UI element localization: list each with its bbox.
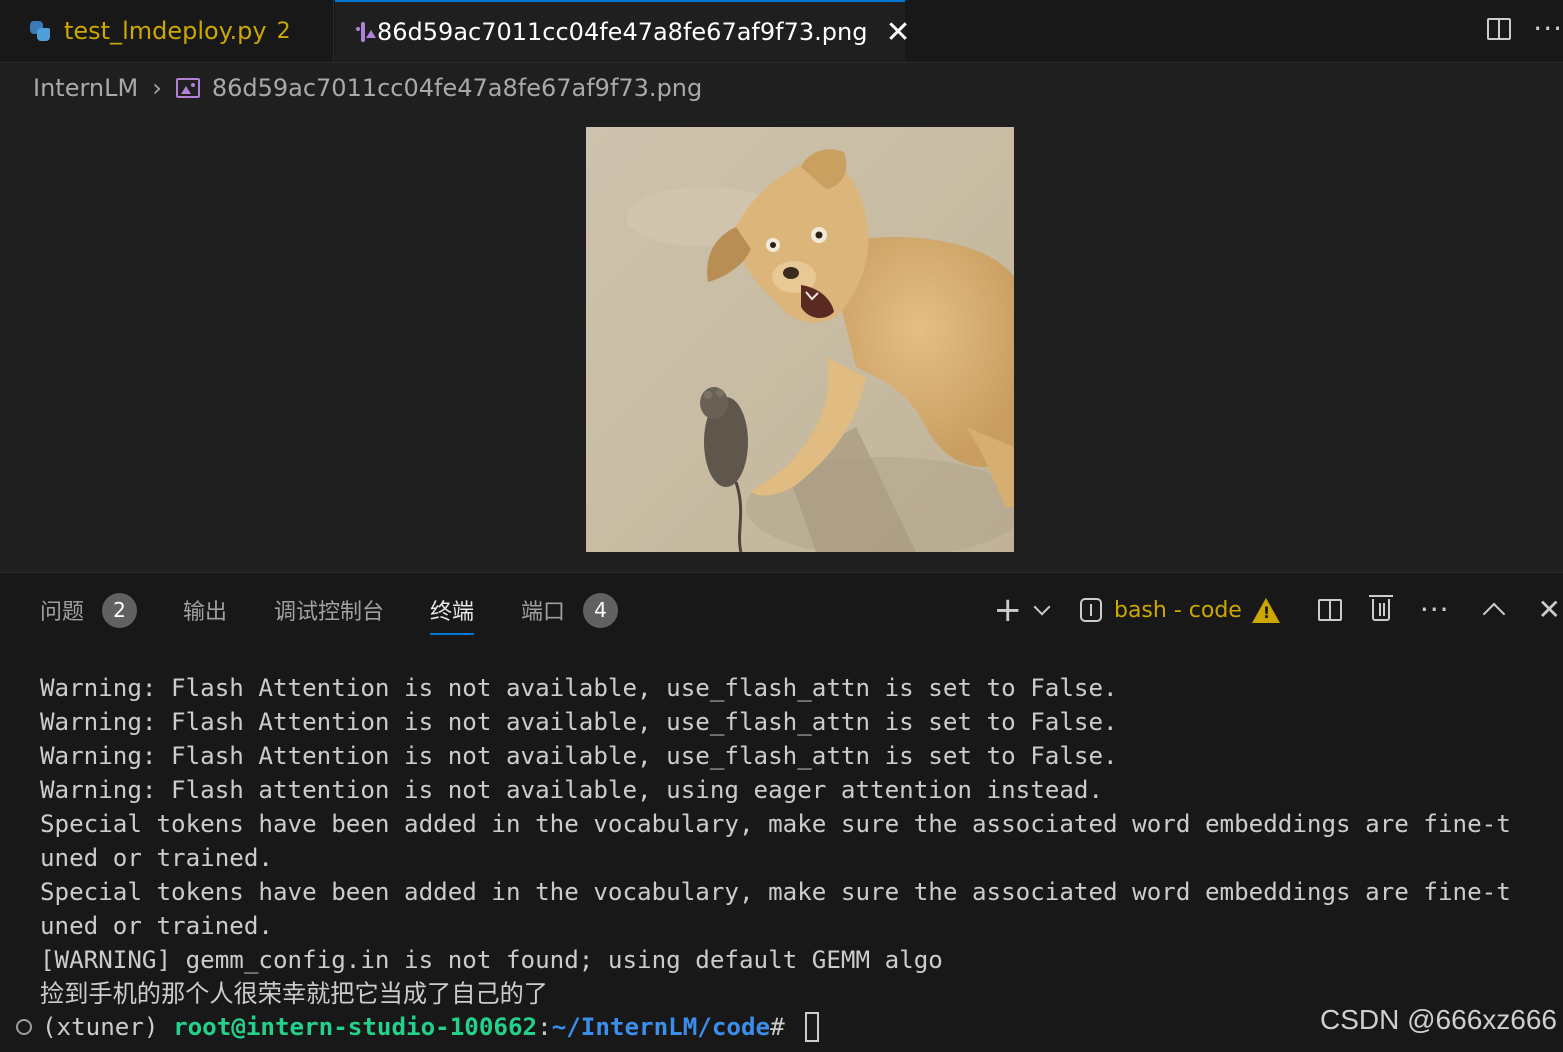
- panel-tabs: 问题 2 输出 调试控制台 终端 端口 4 + bash - code ··· …: [0, 573, 1563, 643]
- terminal-line: Special tokens have been added in the vo…: [40, 878, 1511, 906]
- tab-label: test_lmdeploy.py: [64, 17, 267, 45]
- dog-and-rat-image: [586, 127, 1014, 552]
- chevron-down-icon[interactable]: [1033, 598, 1051, 616]
- terminal-line: Warning: Flash Attention is not availabl…: [40, 708, 1118, 736]
- close-tab-icon[interactable]: ✕: [885, 15, 910, 50]
- new-terminal-icon[interactable]: +: [993, 593, 1022, 627]
- prompt-path: ~/InternLM/code: [551, 1013, 771, 1041]
- tab-label: 86d59ac7011cc04fe47a8fe67af9f73.png: [377, 18, 868, 46]
- ports-badge: 4: [583, 592, 619, 628]
- terminal-line: uned or trained.: [40, 912, 273, 940]
- terminal-line: Warning: Flash Attention is not availabl…: [40, 674, 1118, 702]
- terminal-name[interactable]: bash - code: [1114, 598, 1242, 623]
- terminal-line: Special tokens have been added in the vo…: [40, 810, 1511, 838]
- prompt-separator: :: [537, 1013, 552, 1041]
- breadcrumb-file[interactable]: 86d59ac7011cc04fe47a8fe67af9f73.png: [212, 74, 702, 102]
- tab-output[interactable]: 输出: [183, 593, 227, 627]
- warning-icon[interactable]: [1251, 597, 1280, 623]
- tab-ports[interactable]: 端口 4: [521, 592, 619, 628]
- bottom-panel: 问题 2 输出 调试控制台 终端 端口 4 + bash - code ··· …: [0, 572, 1563, 1052]
- terminal-line: [WARNING] gemm_config.in is not found; u…: [40, 946, 943, 974]
- editor-actions: ···: [1487, 0, 1563, 58]
- prompt-suffix: #: [770, 1013, 800, 1041]
- terminal-cursor: [805, 1012, 820, 1042]
- close-panel-icon[interactable]: ✕: [1538, 596, 1561, 624]
- tab-label: 调试控制台: [274, 600, 385, 625]
- terminal-line: Warning: Flash attention is not availabl…: [40, 776, 1104, 804]
- tab-label: 终端: [430, 600, 475, 625]
- terminal-line: Warning: Flash Attention is not availabl…: [40, 742, 1118, 770]
- tab-debug-console[interactable]: 调试控制台: [274, 593, 384, 627]
- tab-test-lmdeploy[interactable]: test_lmdeploy.py 2: [0, 0, 334, 62]
- tab-terminal[interactable]: 终端: [430, 593, 475, 635]
- problems-badge: 2: [102, 592, 138, 628]
- image-preview: [586, 127, 1014, 552]
- python-file-icon: [28, 19, 52, 43]
- breadcrumb: InternLM › 86d59ac7011cc04fe47a8fe67af9f…: [33, 68, 702, 108]
- tab-label: 问题: [40, 600, 85, 625]
- terminal-profile-icon: [1078, 595, 1104, 625]
- trash-icon[interactable]: [1368, 595, 1393, 621]
- image-file-icon: [175, 78, 200, 98]
- split-editor-icon[interactable]: [1487, 18, 1512, 40]
- image-file-icon: [356, 22, 376, 42]
- prompt-user-host: root@intern-studio-100662: [173, 1013, 538, 1041]
- tab-label: 端口: [521, 600, 566, 625]
- tab-image-file[interactable]: 86d59ac7011cc04fe47a8fe67af9f73.png ✕: [335, 0, 911, 62]
- tab-label: 输出: [183, 600, 228, 625]
- problem-count: 2: [276, 18, 291, 44]
- more-actions-icon[interactable]: ···: [1420, 596, 1450, 624]
- terminal-output[interactable]: Warning: Flash Attention is not availabl…: [40, 671, 1563, 1011]
- terminal-line: uned or trained.: [40, 844, 273, 872]
- breadcrumb-folder[interactable]: InternLM: [33, 74, 138, 102]
- maximize-panel-icon[interactable]: [1482, 602, 1505, 626]
- chevron-right-icon: ›: [152, 74, 162, 102]
- editor-tab-bar: test_lmdeploy.py 2 86d59ac7011cc04fe47a8…: [0, 0, 1563, 63]
- command-status-circle-icon: [16, 1019, 32, 1035]
- tab-problems[interactable]: 问题 2: [40, 592, 138, 628]
- watermark: CSDN @666xz666: [1320, 1004, 1557, 1035]
- more-actions-icon[interactable]: ···: [1533, 15, 1563, 43]
- terminal-prompt[interactable]: (xtuner) root@intern-studio-100662 : ~/I…: [0, 1007, 820, 1047]
- split-terminal-icon[interactable]: [1317, 599, 1342, 621]
- prompt-env: (xtuner): [42, 1013, 174, 1041]
- terminal-actions: + bash - code ··· ✕: [993, 591, 1563, 629]
